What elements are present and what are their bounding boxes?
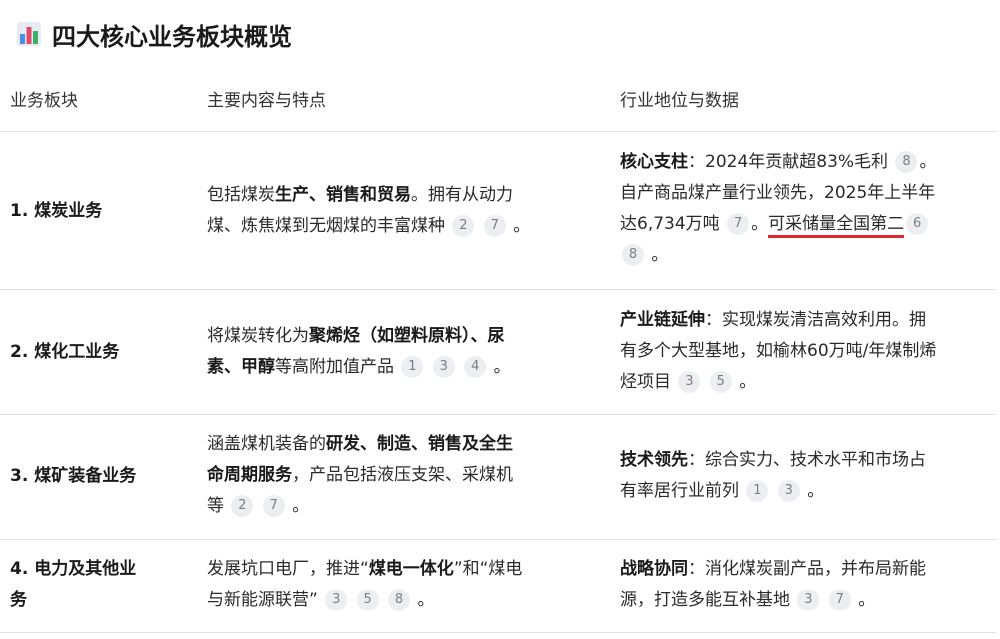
- citation-badge[interactable]: 3: [797, 589, 820, 611]
- section-heading: 四大核心业务板块概览: [16, 14, 292, 54]
- segment-name: 4. 电力及其他业 务: [10, 559, 137, 610]
- citation-badge[interactable]: 7: [262, 495, 285, 517]
- column-header-status: 行业地位与数据: [620, 91, 739, 111]
- segment-content: 将煤炭转化为聚烯烃（如塑料原料）、尿 素、甲醇等高附加值产品 1 3 4 。: [207, 326, 511, 378]
- citation-badge[interactable]: 7: [727, 213, 750, 235]
- column-header-content: 主要内容与特点: [207, 91, 326, 111]
- citation-badge[interactable]: 5: [356, 589, 379, 611]
- citation-badge[interactable]: 6: [906, 213, 929, 235]
- column-header-segment: 业务板块: [10, 91, 78, 111]
- citation-badge[interactable]: 2: [231, 495, 254, 517]
- citation-badge[interactable]: 3: [325, 589, 348, 611]
- page-title: 四大核心业务板块概览: [52, 22, 292, 51]
- citation-badge[interactable]: 8: [622, 244, 644, 266]
- citation-badge[interactable]: 8: [895, 151, 918, 173]
- header-divider: [0, 131, 996, 132]
- row-divider: [0, 414, 996, 415]
- citation-badge[interactable]: 7: [483, 215, 506, 237]
- citation-badge[interactable]: 4: [464, 356, 487, 378]
- citation-badge[interactable]: 8: [388, 589, 411, 611]
- citation-badge[interactable]: 2: [452, 215, 475, 237]
- row-divider: [0, 539, 996, 540]
- segment-status: 战略协同：消化煤炭副产品，并布局新能 源，打造多能互补基地 3 7 。: [620, 559, 926, 611]
- citation-badge[interactable]: 3: [777, 480, 800, 502]
- highlighted-text: 可采储量全国第二: [768, 214, 905, 238]
- segment-name: 2. 煤化工业务: [10, 342, 120, 362]
- segment-content: 涵盖煤机装备的研发、制造、销售及全生 命周期服务，产品包括液压支架、采煤机 等 …: [207, 434, 513, 517]
- segment-name: 1. 煤炭业务: [10, 201, 103, 221]
- citation-badge[interactable]: 3: [432, 356, 455, 378]
- citation-badge[interactable]: 3: [678, 371, 701, 393]
- segment-status: 技术领先：综合实力、技术水平和市场占 有率居行业前列 1 3 。: [620, 450, 926, 502]
- row-divider: [0, 289, 996, 290]
- segment-content: 发展坑口电厂，推进“煤电一体化”和“煤电 与新能源联营” 3 5 8 。: [207, 559, 523, 611]
- citation-badge[interactable]: 1: [746, 480, 769, 502]
- citation-badge[interactable]: 1: [401, 356, 424, 378]
- bar-chart-icon: [17, 22, 41, 46]
- citation-badge[interactable]: 7: [828, 589, 851, 611]
- segment-name: 3. 煤矿装备业务: [10, 466, 137, 486]
- segment-status: 产业链延伸：实现煤炭清洁高效利用。拥 有多个大型基地，如榆林60万吨/年煤制烯 …: [620, 310, 937, 393]
- segment-status: 核心支柱：2024年贡献超83%毛利 8。 自产商品煤产量行业领先，2025年上…: [620, 151, 937, 266]
- segment-content: 包括煤炭生产、销售和贸易。拥有从动力 煤、炼焦煤到无烟煤的丰富煤种 2 7 。: [207, 185, 531, 237]
- row-divider: [0, 632, 996, 633]
- citation-badge[interactable]: 5: [709, 371, 732, 393]
